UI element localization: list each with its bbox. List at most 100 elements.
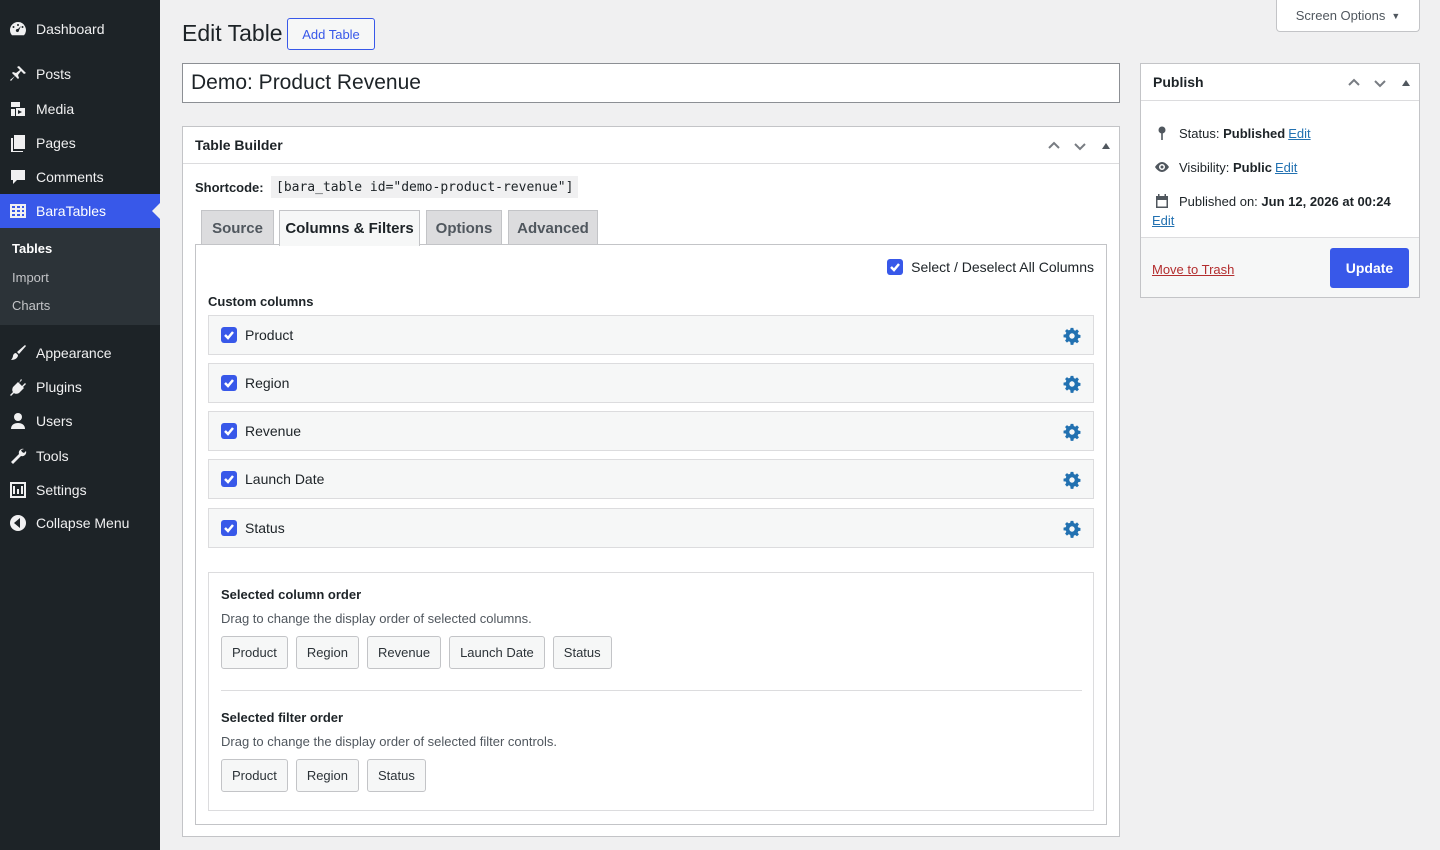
gear-icon[interactable]: [1063, 471, 1081, 489]
screen-options-button[interactable]: Screen Options ▼: [1276, 0, 1420, 32]
toggle-panel-icon[interactable]: [1093, 127, 1119, 164]
sidebar-item-comments[interactable]: Comments: [0, 160, 160, 194]
column-row-launch-date: Launch Date: [208, 459, 1094, 499]
submenu-item-tables[interactable]: Tables: [12, 241, 52, 256]
eye-icon: [1153, 158, 1171, 176]
gear-icon[interactable]: [1063, 375, 1081, 393]
column-order-chip[interactable]: Launch Date: [449, 636, 545, 669]
pages-icon: [0, 133, 36, 153]
sidebar-item-posts[interactable]: Posts: [0, 57, 160, 91]
sidebar-item-plugins[interactable]: Plugins: [0, 370, 160, 404]
shortcode-label: Shortcode:: [195, 180, 264, 195]
shortcode-value: [bara_table id="demo-product-revenue"]: [271, 176, 579, 198]
table-builder-panel: Table Builder Shortcode: [bara_table id=…: [182, 126, 1120, 837]
move-up-icon[interactable]: [1041, 127, 1067, 164]
move-down-icon[interactable]: [1067, 127, 1093, 164]
filter-order-chip[interactable]: Region: [295, 759, 360, 792]
table-builder-header: Table Builder: [183, 127, 1119, 164]
pushpin-icon: [0, 64, 36, 84]
move-up-icon[interactable]: [1341, 64, 1367, 101]
status-value: Published: [1223, 125, 1286, 141]
collapse-icon: [0, 513, 36, 533]
sidebar-item-label: Collapse Menu: [36, 515, 130, 531]
paintbrush-icon: [0, 343, 36, 363]
sidebar-item-baratables[interactable]: BaraTables: [0, 194, 160, 228]
column-row-status: Status: [208, 508, 1094, 548]
tab-options[interactable]: Options: [426, 210, 502, 245]
column-order-chip[interactable]: Revenue: [367, 636, 442, 669]
edit-status-link[interactable]: Edit: [1288, 126, 1310, 141]
sidebar-item-tools[interactable]: Tools: [0, 439, 160, 473]
column-checkbox[interactable]: [221, 375, 237, 391]
settings-icon: [0, 480, 36, 500]
screen-options-label: Screen Options: [1295, 8, 1386, 23]
order-settings-box: Selected column order Drag to change the…: [208, 572, 1094, 811]
column-order-description: Drag to change the display order of sele…: [221, 611, 532, 626]
tab-advanced[interactable]: Advanced: [508, 210, 598, 245]
publish-actions: Move to Trash Update: [1141, 237, 1419, 297]
column-row-revenue: Revenue: [208, 411, 1094, 451]
sidebar-item-media[interactable]: Media: [0, 92, 160, 126]
filter-order-title: Selected filter order: [221, 710, 344, 725]
sidebar-item-users[interactable]: Users: [0, 404, 160, 438]
visibility-label: Visibility:: [1179, 159, 1230, 175]
sidebar-item-label: Pages: [36, 135, 76, 151]
column-row-product: Product: [208, 315, 1094, 355]
column-order-chip[interactable]: Region: [295, 636, 360, 669]
table-builder-title: Table Builder: [195, 137, 283, 153]
edit-visibility-link[interactable]: Edit: [1275, 160, 1297, 175]
gear-icon[interactable]: [1063, 423, 1081, 441]
submenu-item-import[interactable]: Import: [12, 270, 49, 285]
tab-source[interactable]: Source: [201, 210, 274, 245]
calendar-icon: [1153, 192, 1171, 210]
gear-icon[interactable]: [1063, 520, 1081, 538]
move-to-trash-link[interactable]: Move to Trash: [1152, 262, 1234, 277]
column-label: Revenue: [245, 423, 302, 439]
submenu-item-charts[interactable]: Charts: [12, 298, 50, 313]
sidebar-item-label: Media: [36, 101, 75, 117]
user-icon: [0, 411, 36, 431]
toggle-panel-icon[interactable]: [1393, 64, 1419, 101]
column-row-region: Region: [208, 363, 1094, 403]
column-checkbox[interactable]: [221, 520, 237, 536]
pin-icon: [1153, 124, 1171, 142]
publish-status-row: Status: Published Edit: [1153, 124, 1311, 142]
tab-columns-filters[interactable]: Columns & Filters: [279, 210, 420, 246]
sidebar-item-appearance[interactable]: Appearance: [0, 336, 160, 370]
column-order-chip[interactable]: Status: [552, 636, 612, 669]
sidebar-item-label: Dashboard: [36, 21, 105, 37]
column-checkbox[interactable]: [221, 471, 237, 487]
table-title-input[interactable]: Demo: Product Revenue: [182, 63, 1120, 103]
filter-order-chip[interactable]: Product: [221, 759, 288, 792]
publish-date-edit-row: Edit: [1152, 213, 1174, 228]
sidebar-item-label: BaraTables: [36, 203, 107, 219]
sidebar-item-label: Users: [36, 413, 73, 429]
sidebar-item-collapse-menu[interactable]: Collapse Menu: [0, 506, 160, 540]
gear-icon[interactable]: [1063, 327, 1081, 345]
add-table-button[interactable]: Add Table: [287, 18, 375, 50]
caret-down-icon: ▼: [1391, 10, 1401, 21]
move-down-icon[interactable]: [1367, 64, 1393, 101]
edit-date-link[interactable]: Edit: [1152, 213, 1174, 228]
publish-panel: Publish Status: Published Edit Visibilit…: [1140, 63, 1420, 298]
sidebar-item-pages[interactable]: Pages: [0, 126, 160, 160]
filter-order-chip[interactable]: Status: [367, 759, 426, 792]
comment-icon: [0, 167, 36, 187]
publish-header: Publish: [1141, 64, 1419, 101]
sidebar-item-dashboard[interactable]: Dashboard: [0, 12, 160, 46]
column-checkbox[interactable]: [221, 423, 237, 439]
table-grid-icon: [0, 201, 36, 221]
select-all-columns-checkbox[interactable]: Select / Deselect All Columns: [887, 259, 1094, 275]
filter-order-description: Drag to change the display order of sele…: [221, 734, 558, 749]
published-label: Published on:: [1179, 193, 1258, 209]
update-button[interactable]: Update: [1330, 248, 1409, 288]
column-order-chip[interactable]: Product: [221, 636, 288, 669]
custom-columns-title: Custom columns: [208, 294, 314, 309]
sidebar-item-settings[interactable]: Settings: [0, 473, 160, 507]
status-label: Status:: [1179, 125, 1220, 141]
media-icon: [0, 99, 36, 119]
filter-order-list: Product Region Status: [221, 759, 426, 792]
sidebar-item-label: Tools: [36, 448, 69, 464]
columns-filters-panel: Select / Deselect All Columns Custom col…: [195, 244, 1107, 825]
column-checkbox[interactable]: [221, 327, 237, 343]
